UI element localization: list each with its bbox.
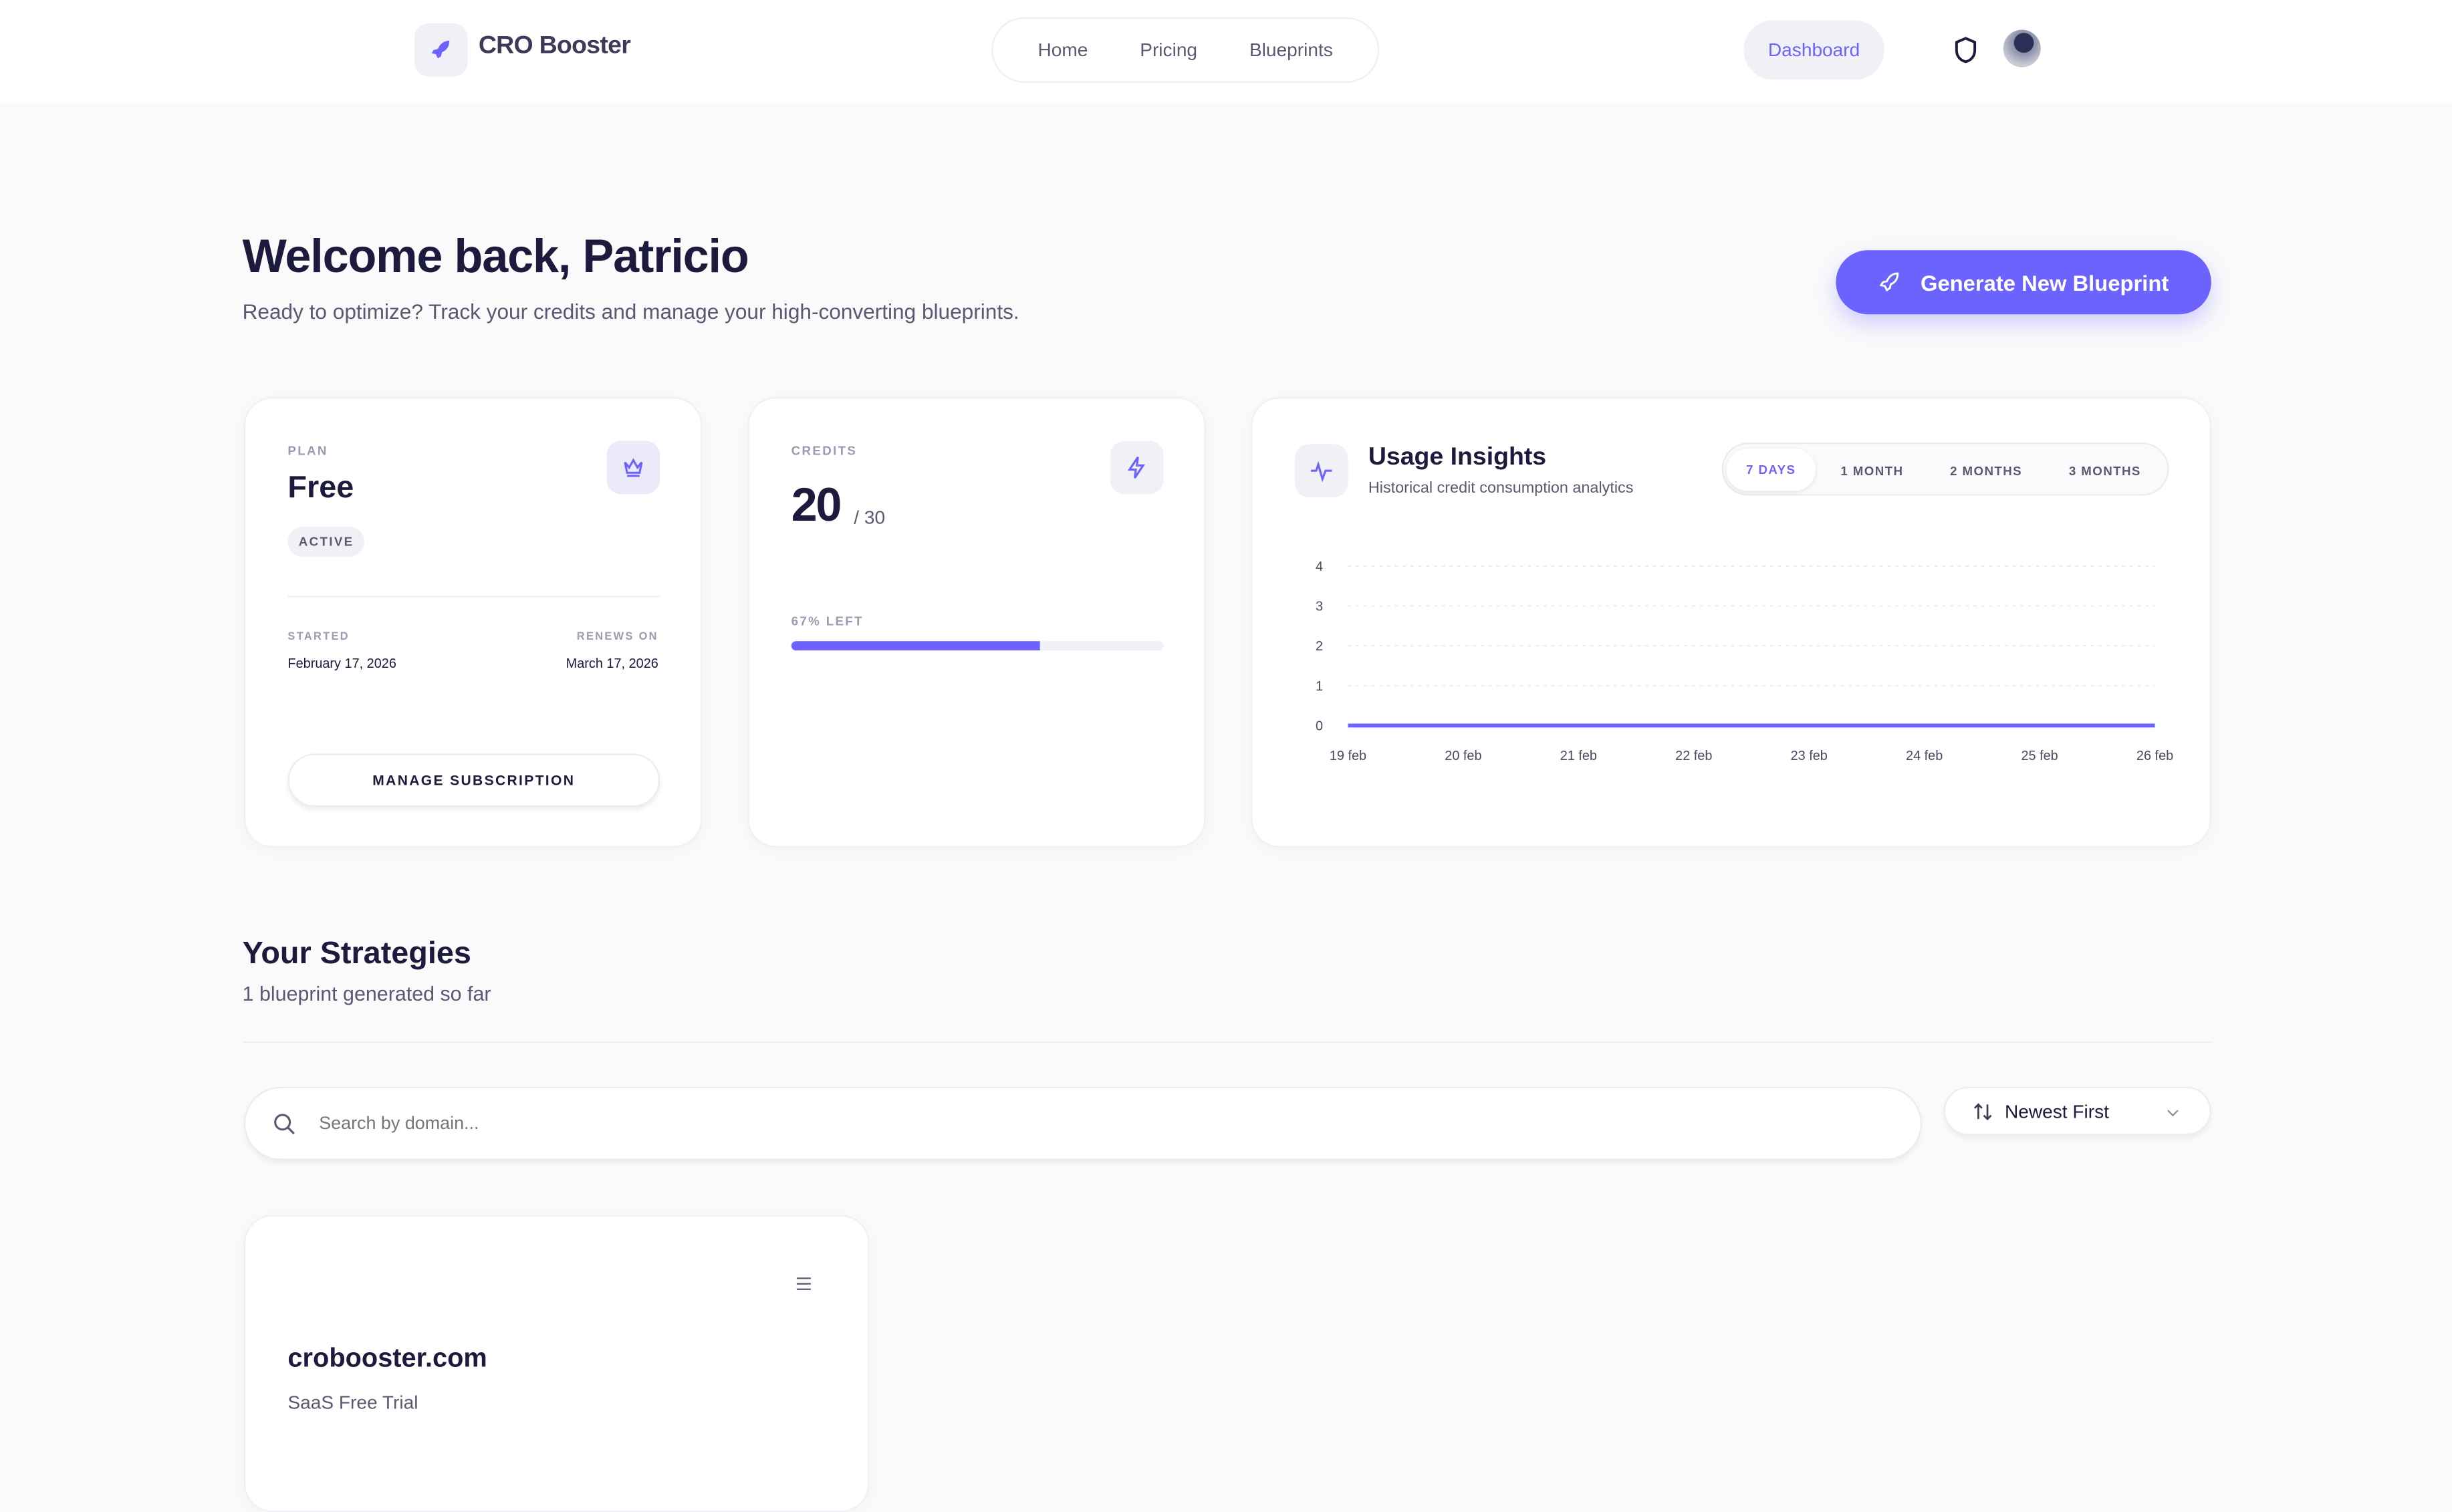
page: CRO Booster Home Pricing Blueprints Dash… [0,0,2452,1512]
x-tick-label: 23 feb [1791,749,1828,763]
started-date: February 17, 2026 [287,655,396,671]
y-tick-label: 3 [1316,599,1323,614]
credits-label: CREDITS [791,444,858,459]
y-tick-label: 4 [1316,559,1323,574]
plan-icon-box [606,440,660,495]
credits-value: 20 [791,480,842,532]
x-tick-label: 24 feb [1906,749,1943,763]
strategies-count: 1 blueprint generated so far [242,982,491,1006]
divider [287,596,660,598]
chevron-down-icon [2167,1110,2179,1117]
usage-insights-card: Usage Insights Historical credit consump… [1251,397,2211,848]
search-icon [274,1114,295,1135]
x-tick-label: 20 feb [1445,749,1481,763]
manage-subscription-button[interactable]: MANAGE SUBSCRIPTION [287,753,660,807]
rocket-icon [431,40,450,59]
credits-progress-bar [791,641,1164,651]
plan-card: PLAN Free ACTIVE STARTED February 17, 20… [243,397,703,848]
menu-icon[interactable] [794,1275,813,1293]
x-tick-label: 26 feb [2136,749,2173,763]
x-tick-label: 19 feb [1330,749,1366,763]
dashboard-button[interactable]: Dashboard [1743,20,1884,80]
plan-name: Free [287,471,354,505]
shield-icon[interactable] [1950,33,1981,67]
nav-blueprints[interactable]: Blueprints [1249,39,1333,61]
sort-value: Newest First [2004,1100,2109,1123]
credits-card: CREDITS 20 / 30 67% LEFT [747,397,1206,848]
credits-icon-box [1110,440,1164,495]
usage-chart: 0 1 2 3 4 19 feb 20 feb 21 feb 22 feb 23 feb 24 fe… [1316,559,2173,763]
divider [242,1041,2213,1043]
strategy-domain: crobooster.com [287,1343,487,1373]
search-input[interactable] [319,1107,1883,1142]
nav-home[interactable]: Home [1037,39,1088,61]
crown-icon [624,458,643,477]
sort-icon [1973,1103,1992,1121]
rocket-icon [1879,272,1899,292]
y-tick-label: 2 [1316,639,1323,654]
credits-progress-fill [791,641,1041,651]
logo[interactable] [414,23,468,77]
generate-blueprint-label: Generate New Blueprint [1920,269,2169,295]
user-avatar[interactable] [2003,29,2041,68]
page-subtitle: Ready to optimize? Track your credits an… [242,300,1019,324]
brand-name[interactable]: CRO Booster [479,33,631,61]
renews-label: RENEWS ON [576,632,658,643]
renews-date: March 17, 2026 [566,655,658,671]
status-badge: ACTIVE [287,527,365,557]
strategy-card[interactable]: crobooster.com SaaS Free Trial [243,1215,870,1512]
credits-left-label: 67% LEFT [791,614,864,629]
lightning-icon [1127,456,1145,479]
x-tick-label: 22 feb [1675,749,1712,763]
generate-blueprint-button[interactable]: Generate New Blueprint [1836,250,2211,315]
strategy-type: SaaS Free Trial [287,1391,418,1414]
y-tick-label: 0 [1316,719,1323,733]
x-tick-label: 25 feb [2021,749,2058,763]
nav-pricing[interactable]: Pricing [1140,39,1197,61]
plan-label: PLAN [287,444,328,459]
page-title: Welcome back, Patricio [242,231,749,283]
credits-total: / 30 [854,506,886,529]
search-box[interactable] [243,1086,1922,1160]
y-tick-label: 1 [1316,679,1323,694]
started-label: STARTED [287,632,350,643]
x-tick-label: 21 feb [1560,749,1597,763]
main-nav: Home Pricing Blueprints [991,17,1380,83]
sort-dropdown[interactable]: Newest First [1943,1086,2211,1136]
strategies-title: Your Strategies [242,936,471,971]
